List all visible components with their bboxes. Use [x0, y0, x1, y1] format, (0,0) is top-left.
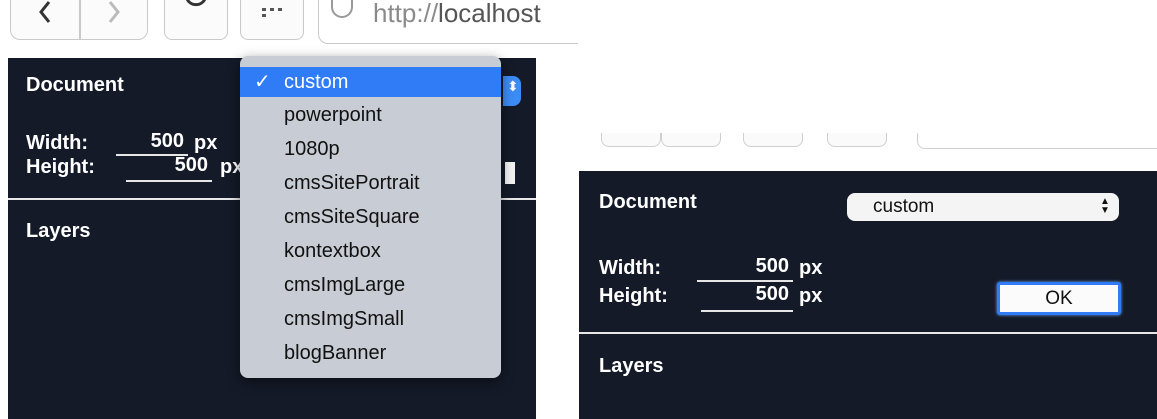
address-bar[interactable]: http://localhost — [318, 0, 578, 44]
option-label: 1080p — [284, 138, 340, 160]
preset-dropdown-menu: ✓ custom powerpoint 1080p cmsSitePortrai… — [240, 56, 501, 378]
reload-icon — [186, 0, 206, 6]
option-label: powerpoint — [284, 104, 382, 126]
back-button[interactable] — [601, 133, 661, 147]
forward-button[interactable] — [661, 133, 721, 147]
option-kontextbox[interactable]: kontextbox — [240, 236, 501, 266]
document-panel: Document custom ▲ ▼ Width: 500 px Height:… — [579, 171, 1157, 419]
option-label: cmsSitePortrait — [284, 172, 420, 194]
address-text: http://localhost — [373, 0, 541, 26]
width-input[interactable]: 500 — [697, 255, 793, 282]
apps-button[interactable] — [827, 133, 887, 147]
address-bar[interactable] — [917, 133, 1157, 149]
height-label: Height: — [599, 285, 668, 307]
height-input[interactable]: 500 — [126, 154, 212, 182]
apps-grid-icon — [262, 7, 282, 17]
height-label: Height: — [26, 156, 95, 178]
option-powerpoint[interactable]: powerpoint — [240, 100, 501, 130]
forward-button[interactable] — [80, 0, 148, 40]
option-label: cmsImgSmall — [284, 308, 405, 330]
layers-label: Layers — [599, 355, 664, 377]
reload-button[interactable] — [164, 0, 228, 40]
document-label: Document — [26, 74, 124, 96]
width-label: Width: — [599, 257, 662, 279]
layers-label: Layers — [26, 220, 91, 242]
chevron-right-icon — [108, 0, 120, 23]
address-scheme: http:// — [373, 0, 439, 28]
right-window: Document custom ▲ ▼ Width: 500 px Height:… — [577, 0, 1157, 419]
option-blogbanner[interactable]: blogBanner — [240, 338, 501, 368]
browser-toolbar: http://localhost — [0, 0, 578, 58]
preset-select[interactable]: custom ▲ ▼ — [847, 193, 1119, 221]
height-input[interactable]: 500 — [701, 283, 793, 312]
reload-button[interactable] — [743, 133, 803, 147]
width-unit: px — [799, 257, 823, 279]
apps-button[interactable] — [240, 0, 304, 40]
option-cmsimglarge[interactable]: cmsImgLarge — [240, 270, 501, 300]
up-down-arrows-icon: ⬍ — [507, 78, 519, 94]
chevron-left-icon — [39, 0, 51, 23]
width-label: Width: — [26, 132, 89, 154]
back-button[interactable] — [10, 0, 80, 40]
width-input[interactable]: 500 — [116, 130, 188, 156]
section-divider — [579, 332, 1157, 334]
option-label: blogBanner — [284, 342, 387, 364]
option-custom[interactable]: ✓ custom — [240, 67, 501, 97]
ok-button[interactable] — [505, 162, 515, 184]
option-1080p[interactable]: 1080p — [240, 134, 501, 164]
option-label: cmsSiteSquare — [284, 206, 420, 228]
option-label: custom — [284, 71, 349, 93]
left-window: http://localhost Document Width: 500 px … — [0, 0, 578, 419]
document-label: Document — [599, 191, 697, 213]
option-cmsimgsmall[interactable]: cmsImgSmall — [240, 304, 501, 334]
up-down-arrows-icon: ▲ ▼ — [1100, 196, 1110, 216]
option-label: cmsImgLarge — [284, 274, 406, 296]
option-cmssiteportrait[interactable]: cmsSitePortrait — [240, 168, 501, 198]
preset-select-value: custom — [873, 196, 935, 217]
option-label: kontextbox — [284, 240, 381, 262]
ok-button[interactable]: OK — [997, 282, 1121, 315]
checkmark-icon: ✓ — [254, 71, 271, 93]
address-host: localhost — [438, 0, 541, 28]
height-unit: px — [799, 285, 823, 307]
option-cmssitesquare[interactable]: cmsSiteSquare — [240, 202, 501, 232]
globe-icon — [331, 0, 353, 18]
width-unit: px — [194, 132, 218, 154]
preset-select[interactable]: ⬍ — [503, 76, 521, 106]
